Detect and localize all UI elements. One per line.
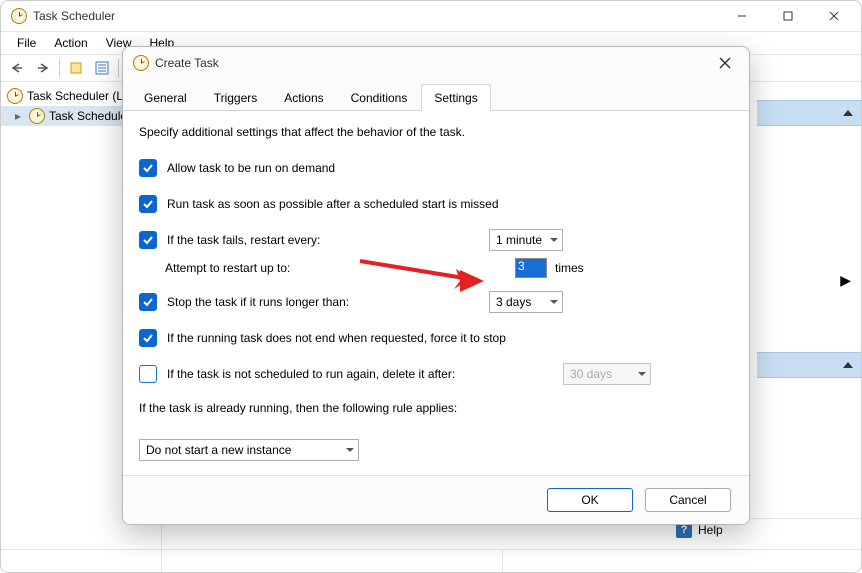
dialog-close-button[interactable] (709, 49, 741, 77)
scroll-right-icon[interactable]: ▶ (840, 272, 851, 289)
concurrency-rule-select[interactable]: Do not start a new instance (139, 439, 359, 461)
tab-settings[interactable]: Settings (421, 84, 490, 111)
window-title: Task Scheduler (33, 9, 719, 23)
clock-icon (7, 88, 23, 104)
attempt-suffix: times (555, 261, 584, 275)
help-label: Help (698, 523, 723, 537)
restart-every-label: If the task fails, restart every: (167, 233, 733, 247)
back-button[interactable] (5, 56, 29, 80)
force-stop-checkbox[interactable] (139, 329, 157, 347)
tab-actions[interactable]: Actions (271, 84, 336, 111)
task-scheduler-icon (11, 8, 27, 24)
maximize-button[interactable] (765, 1, 811, 31)
list-icon[interactable] (90, 56, 114, 80)
run-missed-checkbox[interactable] (139, 195, 157, 213)
collapse-up-icon (843, 110, 853, 116)
stop-duration-select[interactable]: 3 days (489, 291, 563, 313)
delete-after-checkbox[interactable] (139, 365, 157, 383)
minimize-button[interactable] (719, 1, 765, 31)
restart-interval-select[interactable]: 1 minute (489, 229, 563, 251)
rule-label: If the task is already running, then the… (139, 401, 733, 415)
menu-action[interactable]: Action (46, 34, 95, 52)
create-task-dialog: Create Task General Triggers Actions Con… (122, 46, 750, 525)
run-missed-label: Run task as soon as possible after a sch… (167, 197, 733, 211)
delete-after-select: 30 days (563, 363, 651, 385)
attempt-upto-label: Attempt to restart up to: (165, 261, 733, 275)
allow-demand-label: Allow task to be run on demand (167, 161, 733, 175)
ok-button[interactable]: OK (547, 488, 633, 512)
restart-every-checkbox[interactable] (139, 231, 157, 249)
expand-icon[interactable]: ▸ (15, 109, 25, 123)
settings-subhead: Specify additional settings that affect … (139, 125, 733, 139)
actions-header-bottom[interactable] (757, 352, 861, 378)
clock-icon (29, 108, 45, 124)
statusbar (1, 549, 861, 572)
dialog-buttons: OK Cancel (123, 475, 749, 524)
tree-root-label: Task Scheduler (L (27, 89, 123, 103)
close-button[interactable] (811, 1, 857, 31)
stop-longer-label: Stop the task if it runs longer than: (167, 295, 733, 309)
dialog-title: Create Task (155, 56, 709, 70)
tab-conditions[interactable]: Conditions (338, 84, 421, 111)
allow-demand-checkbox[interactable] (139, 159, 157, 177)
attempt-count-input[interactable]: 3 (515, 258, 547, 278)
force-stop-label: If the running task does not end when re… (167, 331, 733, 345)
clock-icon (133, 55, 149, 71)
tab-general[interactable]: General (131, 84, 200, 111)
properties-icon[interactable] (64, 56, 88, 80)
actions-header-top[interactable] (757, 100, 861, 126)
titlebar: Task Scheduler (1, 1, 861, 32)
tabs: General Triggers Actions Conditions Sett… (123, 79, 749, 111)
menu-file[interactable]: File (9, 34, 44, 52)
stop-longer-checkbox[interactable] (139, 293, 157, 311)
dialog-titlebar: Create Task (123, 47, 749, 79)
tree-child-label: Task Schedule (49, 109, 127, 123)
forward-button[interactable] (31, 56, 55, 80)
collapse-up-icon (843, 362, 853, 368)
tab-triggers[interactable]: Triggers (201, 84, 271, 111)
settings-tabpage: Specify additional settings that affect … (123, 111, 749, 475)
cancel-button[interactable]: Cancel (645, 488, 731, 512)
